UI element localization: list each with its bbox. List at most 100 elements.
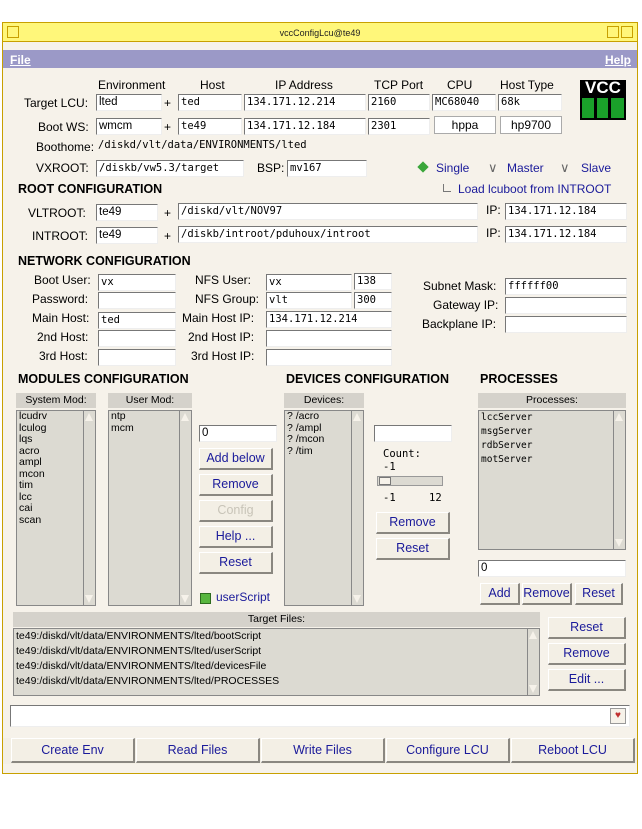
processes-remove-button[interactable]: Remove [522,583,572,605]
write-files-button[interactable]: Write Files [261,738,385,763]
target-lcu-port-field[interactable]: 2160 [368,94,430,111]
count-value: -1 [383,461,396,473]
second-host-field[interactable] [98,330,176,347]
devices-input[interactable] [374,425,452,442]
devices-remove-button[interactable]: Remove [376,512,450,534]
target-files-list[interactable]: te49:/diskd/vlt/data/ENVIRONMENTS/lted/b… [13,628,540,696]
target-files-scrollbar[interactable] [527,629,539,695]
nfs-group-field[interactable]: vlt [266,292,352,309]
heart-icon[interactable]: ♥ [610,708,626,724]
nfs-user-field[interactable]: vx [266,274,352,291]
target-lcu-cpu-field[interactable]: MC68040 [432,94,496,111]
boot-ws-host-field[interactable]: te49 [178,118,242,135]
user-mod-scrollbar[interactable] [179,411,191,605]
vltroot-label: VLTROOT: [28,206,86,220]
modules-config-button[interactable]: Config [199,500,273,522]
devices-scrollbar[interactable] [351,411,363,605]
target-lcu-hosttype-field[interactable]: 68k [498,94,562,111]
boothome-value[interactable]: /diskd/vlt/data/ENVIRONMENTS/lted [96,138,366,155]
boot-user-field[interactable]: vx [98,274,176,291]
nfs-user-id-field[interactable]: 138 [354,273,392,290]
count-min: -1 [383,492,396,504]
vxroot-field[interactable]: /diskb/vw5.3/target [96,160,244,177]
reboot-lcu-button[interactable]: Reboot LCU [511,738,635,763]
modules-help-button[interactable]: Help ... [199,526,273,548]
processes-add-button[interactable]: Add [480,583,520,605]
boot-user-label: Boot User: [34,273,91,287]
minimize-button[interactable] [607,26,619,38]
list-item[interactable]: lccServer [479,411,625,425]
list-item[interactable]: te49:/diskd/vlt/data/ENVIRONMENTS/lted/d… [14,659,539,674]
list-item[interactable]: te49:/diskd/vlt/data/ENVIRONMENTS/lted/b… [14,629,539,644]
second-host-label: 2nd Host: [37,330,89,344]
title-bar[interactable]: vccConfigLcu@te49 [2,22,638,42]
subnet-field[interactable]: ffffff00 [505,278,627,295]
processes-scrollbar[interactable] [613,411,625,549]
bsp-field[interactable]: mv167 [287,160,367,177]
boot-ws-env-field[interactable]: wmcm [96,118,162,135]
main-host-ip-field[interactable]: 134.171.12.214 [266,311,392,328]
modules-input[interactable]: 0 [199,425,277,442]
vltroot-ip-field[interactable]: 134.171.12.184 [505,203,627,220]
menu-file[interactable]: File [10,53,31,67]
boot-ws-ip-field[interactable]: 134.171.12.184 [244,118,366,135]
gateway-field[interactable] [505,297,627,314]
backplane-field[interactable] [505,316,627,333]
nfs-group-id-field[interactable]: 300 [354,292,392,309]
system-mod-list[interactable]: lcudrv lculog lqs acro ampl mcon tim lcc… [16,410,96,606]
target-lcu-env-menu[interactable]: + [164,96,171,110]
list-item[interactable]: msgServer [479,425,625,439]
vltroot-host-menu[interactable]: + [164,206,171,220]
third-host-field[interactable] [98,349,176,366]
target-lcu-label: Target LCU: [24,96,89,110]
devices-reset-button[interactable]: Reset [376,538,450,560]
boot-ws-label: Boot WS: [38,120,89,134]
introot-host-field[interactable]: te49 [96,227,158,244]
processes-reset-button[interactable]: Reset [575,583,623,605]
mode-slave-radio-icon[interactable]: ∨ [560,160,570,176]
target-lcu-ip-field[interactable]: 134.171.12.214 [244,94,366,111]
menu-help[interactable]: Help [605,53,631,67]
introot-ip-field[interactable]: 134.171.12.184 [505,226,627,243]
add-below-button[interactable]: Add below [199,448,273,470]
list-item[interactable]: rdbServer [479,439,625,453]
create-env-button[interactable]: Create Env [11,738,135,763]
user-mod-list[interactable]: ntp mcm [108,410,192,606]
main-host-field[interactable]: ted [98,312,176,329]
boot-ws-port-field[interactable]: 2301 [368,118,430,135]
third-host-ip-field[interactable] [266,349,392,366]
target-files-header: Target Files: [13,612,540,627]
read-files-button[interactable]: Read Files [136,738,260,763]
target-lcu-host-field[interactable]: ted [178,94,242,111]
boot-ws-env-menu[interactable]: + [164,120,171,134]
second-host-ip-field[interactable] [266,330,392,347]
modules-reset-button[interactable]: Reset [199,552,273,574]
processes-input[interactable]: 0 [478,560,626,577]
load-lcuboot-checkbox[interactable] [443,184,451,192]
vltroot-host-field[interactable]: te49 [96,204,158,221]
devices-list[interactable]: ? /acro ? /ampl ? /mcon ? /tim [284,410,364,606]
modules-remove-button[interactable]: Remove [199,474,273,496]
list-item[interactable]: motServer [479,453,625,467]
introot-path-field[interactable]: /diskb/introot/pduhoux/introot [178,226,478,243]
target-files-edit-button[interactable]: Edit ... [548,669,626,691]
vltroot-path-field[interactable]: /diskd/vlt/NOV97 [178,203,478,220]
target-files-remove-button[interactable]: Remove [548,643,626,665]
maximize-button[interactable] [621,26,633,38]
list-item[interactable]: te49:/diskd/vlt/data/ENVIRONMENTS/lted/P… [14,674,539,689]
list-item[interactable]: te49:/diskd/vlt/data/ENVIRONMENTS/lted/u… [14,644,539,659]
mode-master-radio-icon[interactable]: ∨ [488,160,498,176]
target-lcu-env-field[interactable]: lted [96,94,162,111]
processes-title: PROCESSES [480,372,558,386]
processes-list[interactable]: lccServer msgServer rdbServer motServer [478,410,626,550]
password-field[interactable] [98,292,176,309]
count-slider-thumb[interactable] [379,477,391,485]
user-script-indicator[interactable] [200,593,211,604]
count-slider[interactable] [377,476,443,486]
status-field[interactable] [10,705,630,727]
target-files-reset-button[interactable]: Reset [548,617,626,639]
configure-lcu-button[interactable]: Configure LCU [386,738,510,763]
root-config-title: ROOT CONFIGURATION [18,182,163,196]
system-mod-scrollbar[interactable] [83,411,95,605]
introot-host-menu[interactable]: + [164,229,171,243]
